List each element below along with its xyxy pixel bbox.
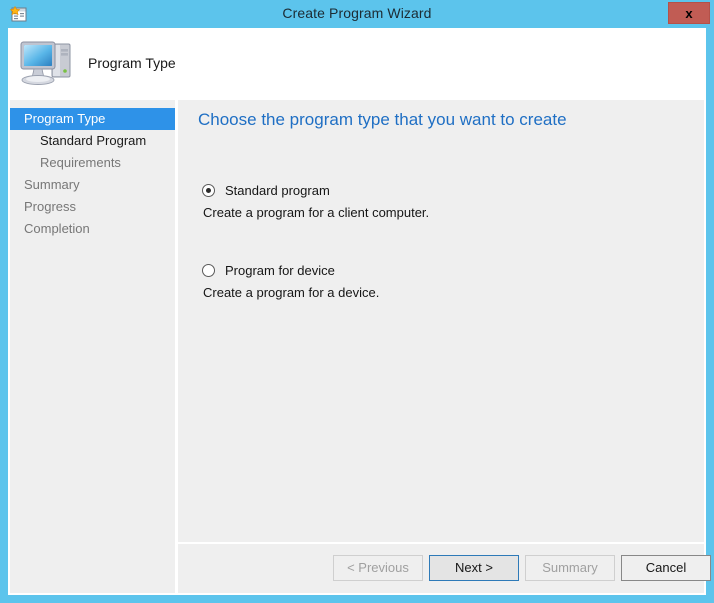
sidebar-item-requirements[interactable]: Requirements — [10, 152, 175, 174]
cancel-button[interactable]: Cancel — [621, 555, 711, 581]
sidebar-item-summary[interactable]: Summary — [10, 174, 175, 196]
wizard-steps-list: Program Type Standard Program Requiremen… — [10, 108, 175, 240]
radio-description-standard-program: Create a program for a client computer. — [203, 205, 430, 220]
previous-button[interactable]: < Previous — [333, 555, 423, 581]
window-title: Create Program Wizard — [282, 5, 432, 21]
sidebar-item-program-type[interactable]: Program Type — [10, 108, 175, 130]
create-program-wizard-window: Create Program Wizard x Program Type Pro… — [0, 0, 714, 603]
page-title: Choose the program type that you want to… — [198, 110, 567, 129]
summary-button[interactable]: Summary — [525, 555, 615, 581]
close-button[interactable]: x — [668, 2, 710, 24]
wizard-content-panel: Choose the program type that you want to… — [178, 100, 704, 542]
radio-option-program-for-device[interactable]: Program for device — [202, 260, 682, 280]
title-bar: Create Program Wizard x — [0, 0, 714, 28]
program-type-radio-group: Standard program Create a program for a … — [202, 180, 682, 300]
radio-description-program-for-device: Create a program for a device. — [203, 285, 380, 300]
radio-option-device-block: Program for device Create a program for … — [202, 260, 682, 300]
radio-button-icon-standard-program[interactable] — [202, 183, 215, 197]
wizard-button-bar: < Previous Next > Summary Cancel — [178, 544, 711, 593]
sidebar-item-completion[interactable]: Completion — [10, 218, 175, 240]
radio-label-standard-program: Standard program — [225, 182, 330, 198]
wizard-header: Program Type — [8, 28, 706, 98]
sidebar-item-progress[interactable]: Progress — [10, 196, 175, 218]
wizard-body: Program Type Standard Program Requiremen… — [8, 98, 711, 595]
wizard-header-label: Program Type — [88, 55, 176, 71]
sidebar-item-standard-program[interactable]: Standard Program — [10, 130, 175, 152]
radio-label-program-for-device: Program for device — [225, 262, 335, 278]
radio-button-icon-program-for-device[interactable] — [202, 263, 215, 277]
computer-icon — [16, 34, 80, 92]
radio-option-standard-program[interactable]: Standard program — [202, 180, 682, 200]
wizard-steps-sidebar: Program Type Standard Program Requiremen… — [10, 100, 175, 593]
next-button[interactable]: Next > — [429, 555, 519, 581]
